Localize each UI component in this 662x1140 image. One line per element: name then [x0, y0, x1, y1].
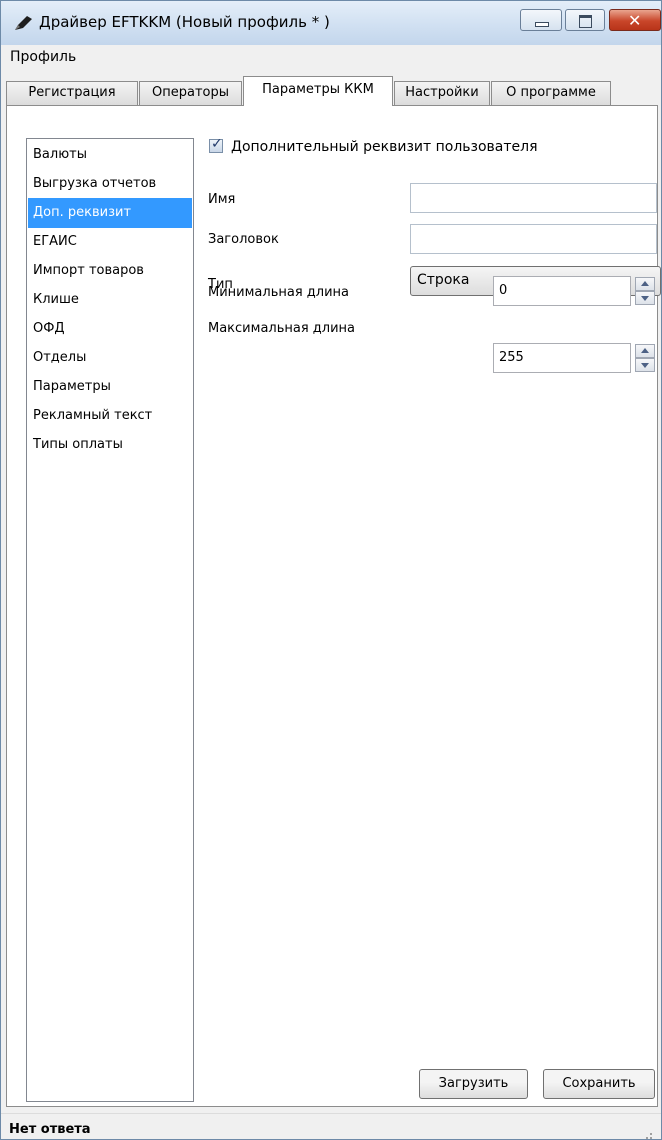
- header-label: Заголовок: [208, 232, 279, 247]
- status-bar: Нет ответа: [1, 1113, 661, 1140]
- window-title: Драйвер EFTKKM (Новый профиль * ): [39, 13, 330, 31]
- name-input[interactable]: [410, 183, 657, 213]
- max-length-spin-buttons: [635, 344, 655, 372]
- name-label: Имя: [208, 192, 236, 207]
- spin-down-icon[interactable]: [635, 291, 655, 305]
- close-icon[interactable]: ✕: [609, 9, 661, 31]
- tab-operators[interactable]: Операторы: [139, 81, 242, 105]
- tab-settings[interactable]: Настройки: [394, 81, 490, 105]
- tab-about[interactable]: О программе: [491, 81, 611, 105]
- list-item-ad-text[interactable]: Рекламный текст: [28, 401, 192, 431]
- list-item-departments[interactable]: Отделы: [28, 343, 192, 373]
- minimize-icon[interactable]: [520, 9, 562, 31]
- resize-grip-icon[interactable]: [641, 1128, 653, 1140]
- user-requisite-checkbox[interactable]: ✓: [209, 136, 223, 153]
- section-list[interactable]: Валюты Выгрузка отчетов Доп. реквизит ЕГ…: [26, 138, 194, 1102]
- check-mark-icon: ✓: [211, 136, 223, 152]
- pen-icon: [15, 16, 32, 30]
- type-select-value: Строка: [417, 272, 470, 288]
- tab-kkm-parameters[interactable]: Параметры ККМ: [243, 76, 393, 106]
- list-item-egais[interactable]: ЕГАИС: [28, 227, 192, 257]
- status-text: Нет ответа: [9, 1122, 91, 1137]
- user-requisite-label[interactable]: Дополнительный реквизит пользователя: [231, 139, 538, 155]
- spin-down-icon[interactable]: [635, 358, 655, 372]
- min-length-spin-buttons: [635, 277, 655, 305]
- list-item-cliche[interactable]: Клише: [28, 285, 192, 315]
- close-glyph: ✕: [628, 11, 642, 30]
- header-input[interactable]: [410, 224, 657, 254]
- list-item-goods-import[interactable]: Импорт товаров: [28, 256, 192, 286]
- max-length-value: 255: [499, 350, 524, 365]
- menu-item-profile[interactable]: Профиль: [10, 49, 76, 65]
- spin-up-icon[interactable]: [635, 277, 655, 291]
- spin-up-icon[interactable]: [635, 344, 655, 358]
- maximize-icon[interactable]: [565, 9, 605, 31]
- list-item-extra-requisite[interactable]: Доп. реквизит: [28, 198, 192, 228]
- tab-registration[interactable]: Регистрация: [6, 81, 138, 105]
- min-length-label: Минимальная длина: [208, 285, 349, 300]
- min-length-value: 0: [499, 283, 508, 298]
- menu-bar: Профиль: [1, 45, 661, 69]
- min-length-stepper[interactable]: 0: [493, 276, 631, 306]
- list-item-parameters[interactable]: Параметры: [28, 372, 192, 402]
- title-bar[interactable]: Драйвер EFTKKM (Новый профиль * ) ✕: [1, 1, 661, 45]
- list-item-ofd[interactable]: ОФД: [28, 314, 192, 344]
- load-button[interactable]: Загрузить: [419, 1069, 528, 1099]
- list-item-report-export[interactable]: Выгрузка отчетов: [28, 169, 192, 199]
- list-item-payment-types[interactable]: Типы оплаты: [28, 430, 192, 460]
- list-item-currencies[interactable]: Валюты: [28, 140, 192, 170]
- save-button[interactable]: Сохранить: [543, 1069, 655, 1099]
- app-window: Драйвер EFTKKM (Новый профиль * ) ✕ Проф…: [0, 0, 662, 1140]
- max-length-label: Максимальная длина: [208, 321, 356, 336]
- max-length-stepper[interactable]: 255: [493, 343, 631, 373]
